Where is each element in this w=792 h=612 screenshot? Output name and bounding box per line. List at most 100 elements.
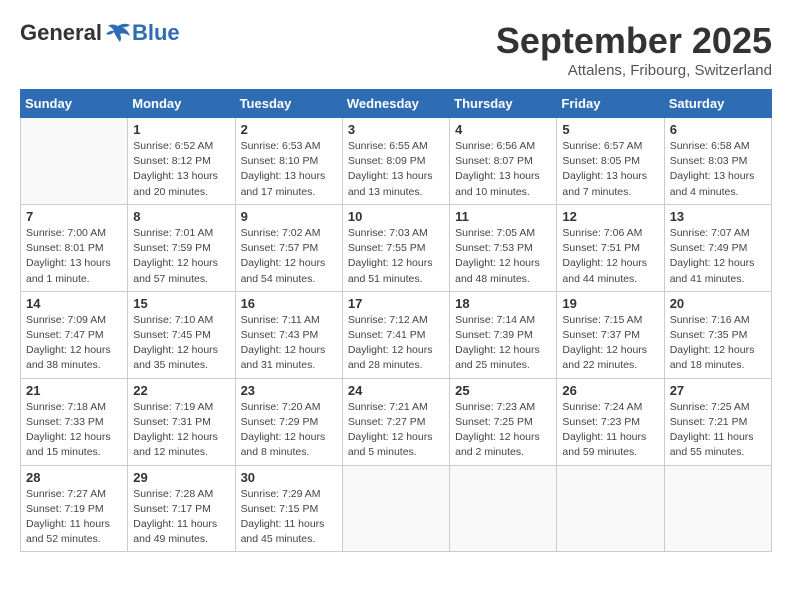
day-number: 29 [133, 470, 229, 485]
day-info: Sunrise: 7:10 AMSunset: 7:45 PMDaylight:… [133, 313, 229, 374]
day-info: Sunrise: 7:25 AMSunset: 7:21 PMDaylight:… [670, 400, 766, 461]
header-day-friday: Friday [557, 90, 664, 118]
day-info: Sunrise: 7:21 AMSunset: 7:27 PMDaylight:… [348, 400, 444, 461]
day-info: Sunrise: 7:18 AMSunset: 7:33 PMDaylight:… [26, 400, 122, 461]
calendar-cell: 25Sunrise: 7:23 AMSunset: 7:25 PMDayligh… [450, 378, 557, 465]
day-number: 6 [670, 122, 766, 137]
day-number: 17 [348, 296, 444, 311]
calendar-cell: 11 Sunrise: 7:05 AMSunset: 7:53 PMDayligh… [450, 204, 557, 291]
logo: General Blue [20, 20, 180, 46]
day-number: 22 [133, 383, 229, 398]
calendar-cell: 28 Sunrise: 7:27 AMSunset: 7:19 PMDayligh… [21, 465, 128, 552]
day-info: Sunrise: 7:00 AMSunset: 8:01 PMDaylight:… [26, 226, 122, 287]
day-info: Sunrise: 6:55 AMSunset: 8:09 PMDaylight:… [348, 139, 444, 200]
day-number: 19 [562, 296, 658, 311]
day-number: 5 [562, 122, 658, 137]
calendar-cell [342, 465, 449, 552]
calendar-cell [557, 465, 664, 552]
day-number: 18 [455, 296, 551, 311]
day-info: Sunrise: 6:57 AMSunset: 8:05 PMDaylight:… [562, 139, 658, 200]
day-info: Sunrise: 7:19 AMSunset: 7:31 PMDaylight:… [133, 400, 229, 461]
logo-general: General [20, 20, 102, 46]
day-info: Sunrise: 7:07 AMSunset: 7:49 PMDaylight:… [670, 226, 766, 287]
logo-blue: Blue [132, 20, 180, 46]
day-number: 14 [26, 296, 122, 311]
day-number: 20 [670, 296, 766, 311]
day-number: 25 [455, 383, 551, 398]
day-number: 28 [26, 470, 122, 485]
day-number: 21 [26, 383, 122, 398]
day-number: 2 [241, 122, 337, 137]
day-info: Sunrise: 7:20 AMSunset: 7:29 PMDaylight:… [241, 400, 337, 461]
calendar-cell: 9Sunrise: 7:02 AMSunset: 7:57 PMDaylight… [235, 204, 342, 291]
day-number: 3 [348, 122, 444, 137]
calendar-cell: 23 Sunrise: 7:20 AMSunset: 7:29 PMDayligh… [235, 378, 342, 465]
calendar-cell: 18 Sunrise: 7:14 AMSunset: 7:39 PMDayligh… [450, 291, 557, 378]
calendar-cell: 21 Sunrise: 7:18 AMSunset: 7:33 PMDayligh… [21, 378, 128, 465]
header-day-tuesday: Tuesday [235, 90, 342, 118]
day-info: Sunrise: 7:29 AMSunset: 7:15 PMDaylight:… [241, 487, 337, 548]
calendar-week-row: 14Sunrise: 7:09 AMSunset: 7:47 PMDayligh… [21, 291, 772, 378]
header-day-sunday: Sunday [21, 90, 128, 118]
day-number: 23 [241, 383, 337, 398]
day-number: 7 [26, 209, 122, 224]
day-number: 15 [133, 296, 229, 311]
calendar-week-row: 21 Sunrise: 7:18 AMSunset: 7:33 PMDayligh… [21, 378, 772, 465]
day-info: Sunrise: 7:11 AMSunset: 7:43 PMDaylight:… [241, 313, 337, 374]
day-info: Sunrise: 7:12 AMSunset: 7:41 PMDaylight:… [348, 313, 444, 374]
header-day-wednesday: Wednesday [342, 90, 449, 118]
day-number: 10 [348, 209, 444, 224]
day-info: Sunrise: 7:05 AMSunset: 7:53 PMDaylight:… [455, 226, 551, 287]
day-info: Sunrise: 7:28 AMSunset: 7:17 PMDaylight:… [133, 487, 229, 548]
calendar-cell: 10 Sunrise: 7:03 AMSunset: 7:55 PMDayligh… [342, 204, 449, 291]
day-number: 8 [133, 209, 229, 224]
calendar-cell: 13 Sunrise: 7:07 AMSunset: 7:49 PMDayligh… [664, 204, 771, 291]
day-number: 12 [562, 209, 658, 224]
calendar-cell: 20 Sunrise: 7:16 AMSunset: 7:35 PMDayligh… [664, 291, 771, 378]
calendar-cell: 27Sunrise: 7:25 AMSunset: 7:21 PMDayligh… [664, 378, 771, 465]
calendar-week-row: 7 Sunrise: 7:00 AMSunset: 8:01 PMDaylight… [21, 204, 772, 291]
calendar-cell: 6 Sunrise: 6:58 AMSunset: 8:03 PMDaylight… [664, 118, 771, 205]
calendar-table: SundayMondayTuesdayWednesdayThursdayFrid… [20, 89, 772, 552]
location-subtitle: Attalens, Fribourg, Switzerland [496, 62, 772, 79]
calendar-cell: 2 Sunrise: 6:53 AMSunset: 8:10 PMDaylight… [235, 118, 342, 205]
calendar-cell [21, 118, 128, 205]
calendar-cell: 12Sunrise: 7:06 AMSunset: 7:51 PMDayligh… [557, 204, 664, 291]
day-info: Sunrise: 7:16 AMSunset: 7:35 PMDaylight:… [670, 313, 766, 374]
calendar-cell: 15 Sunrise: 7:10 AMSunset: 7:45 PMDayligh… [128, 291, 235, 378]
day-info: Sunrise: 7:24 AMSunset: 7:23 PMDaylight:… [562, 400, 658, 461]
day-info: Sunrise: 6:58 AMSunset: 8:03 PMDaylight:… [670, 139, 766, 200]
day-number: 13 [670, 209, 766, 224]
calendar-cell: 19 Sunrise: 7:15 AMSunset: 7:37 PMDayligh… [557, 291, 664, 378]
calendar-cell [450, 465, 557, 552]
day-number: 30 [241, 470, 337, 485]
calendar-header-row: SundayMondayTuesdayWednesdayThursdayFrid… [21, 90, 772, 118]
calendar-body: 1 Sunrise: 6:52 AMSunset: 8:12 PMDaylight… [21, 118, 772, 552]
day-info: Sunrise: 7:01 AMSunset: 7:59 PMDaylight:… [133, 226, 229, 287]
calendar-cell: 17 Sunrise: 7:12 AMSunset: 7:41 PMDayligh… [342, 291, 449, 378]
calendar-cell: 1 Sunrise: 6:52 AMSunset: 8:12 PMDaylight… [128, 118, 235, 205]
day-info: Sunrise: 7:03 AMSunset: 7:55 PMDaylight:… [348, 226, 444, 287]
title-area: September 2025 Attalens, Fribourg, Switz… [496, 20, 772, 79]
calendar-cell: 24Sunrise: 7:21 AMSunset: 7:27 PMDayligh… [342, 378, 449, 465]
calendar-cell: 3 Sunrise: 6:55 AMSunset: 8:09 PMDaylight… [342, 118, 449, 205]
calendar-cell: 4Sunrise: 6:56 AMSunset: 8:07 PMDaylight… [450, 118, 557, 205]
calendar-cell: 8 Sunrise: 7:01 AMSunset: 7:59 PMDaylight… [128, 204, 235, 291]
day-info: Sunrise: 7:14 AMSunset: 7:39 PMDaylight:… [455, 313, 551, 374]
day-info: Sunrise: 7:02 AMSunset: 7:57 PMDaylight:… [241, 226, 337, 287]
day-number: 4 [455, 122, 551, 137]
day-info: Sunrise: 7:15 AMSunset: 7:37 PMDaylight:… [562, 313, 658, 374]
calendar-cell: 7 Sunrise: 7:00 AMSunset: 8:01 PMDaylight… [21, 204, 128, 291]
calendar-cell: 29 Sunrise: 7:28 AMSunset: 7:17 PMDayligh… [128, 465, 235, 552]
header-day-thursday: Thursday [450, 90, 557, 118]
day-info: Sunrise: 6:53 AMSunset: 8:10 PMDaylight:… [241, 139, 337, 200]
day-info: Sunrise: 7:27 AMSunset: 7:19 PMDaylight:… [26, 487, 122, 548]
calendar-cell: 22 Sunrise: 7:19 AMSunset: 7:31 PMDayligh… [128, 378, 235, 465]
day-info: Sunrise: 6:52 AMSunset: 8:12 PMDaylight:… [133, 139, 229, 200]
calendar-week-row: 28 Sunrise: 7:27 AMSunset: 7:19 PMDayligh… [21, 465, 772, 552]
day-number: 11 [455, 209, 551, 224]
calendar-cell: 14Sunrise: 7:09 AMSunset: 7:47 PMDayligh… [21, 291, 128, 378]
calendar-cell: 30 Sunrise: 7:29 AMSunset: 7:15 PMDayligh… [235, 465, 342, 552]
day-number: 1 [133, 122, 229, 137]
logo-bird-icon [104, 22, 132, 44]
